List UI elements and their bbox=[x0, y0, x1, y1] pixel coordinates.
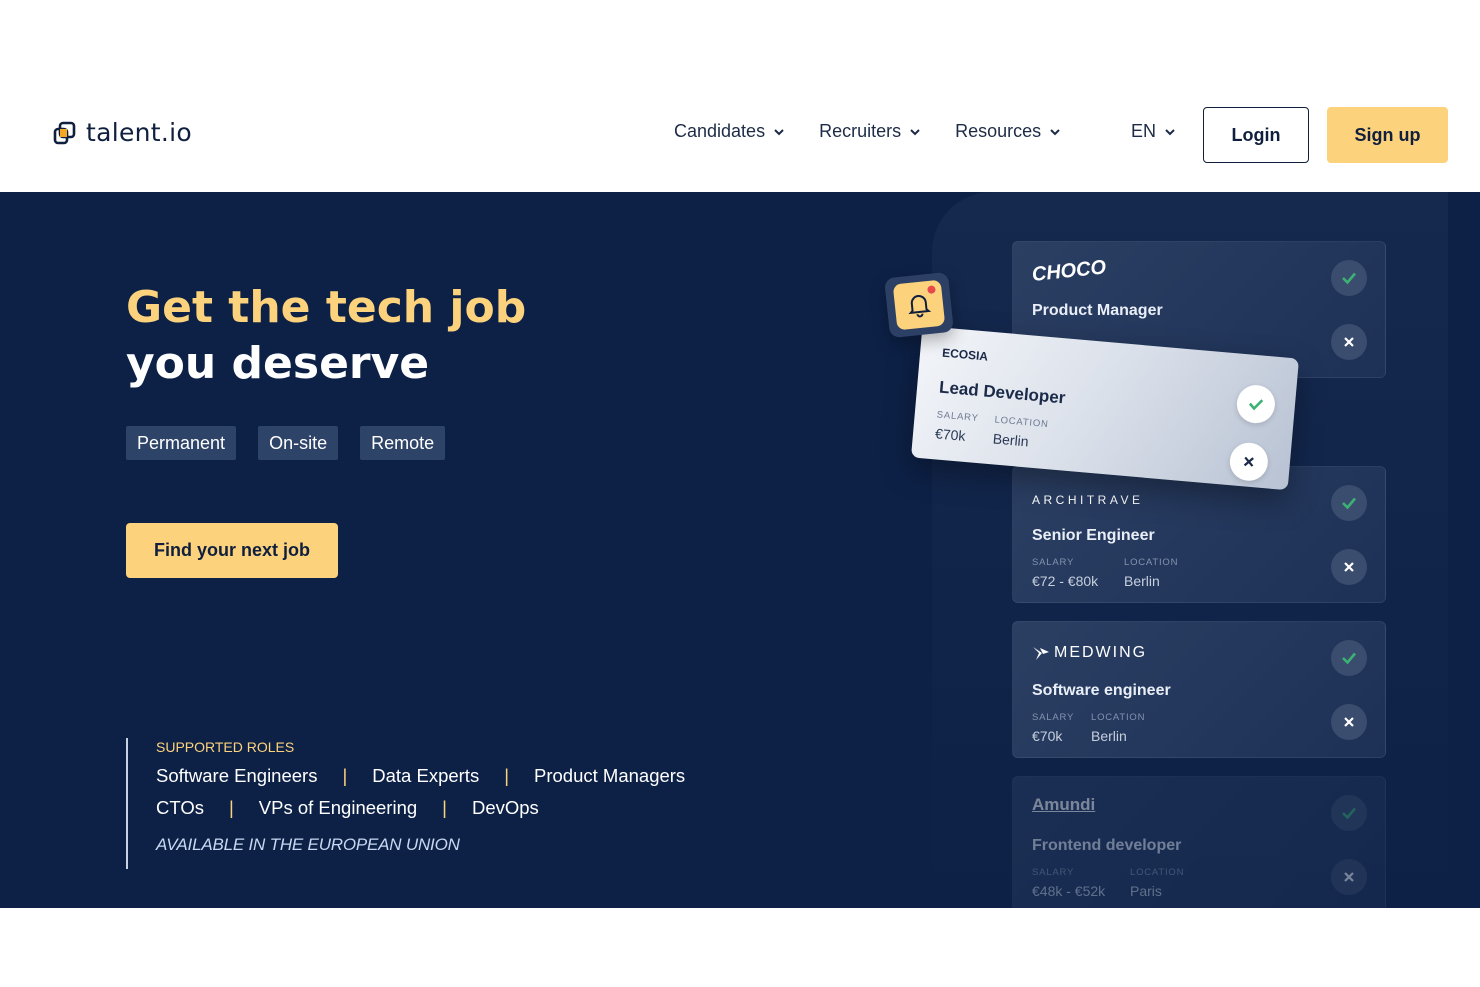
page-bottom bbox=[0, 908, 1480, 987]
salary-value: €48k - €52k bbox=[1032, 883, 1106, 899]
reject-button[interactable] bbox=[1331, 324, 1367, 360]
role-item: VPs of Engineering bbox=[258, 797, 418, 818]
roles-row-1: Software Engineers | Data Experts | Prod… bbox=[156, 765, 685, 787]
close-icon bbox=[1344, 717, 1354, 727]
salary-value: €72 - €80k bbox=[1032, 573, 1099, 589]
check-icon bbox=[1342, 497, 1356, 510]
job-type-tags: Permanent On-site Remote bbox=[126, 426, 446, 460]
bell-icon bbox=[908, 295, 932, 318]
accept-button[interactable] bbox=[1331, 640, 1367, 676]
tag-onsite: On-site bbox=[258, 426, 339, 460]
language-label: EN bbox=[1131, 121, 1157, 141]
hero-headline-line1: Get the tech job bbox=[126, 282, 527, 333]
role-item: Data Experts bbox=[372, 765, 480, 786]
availability-note: AVAILABLE IN THE EUROPEAN UNION bbox=[156, 835, 460, 854]
salary-value: €70k bbox=[1032, 728, 1063, 744]
role-item: Product Managers bbox=[534, 765, 686, 786]
tag-permanent: Permanent bbox=[126, 426, 237, 460]
hero-section: Get the tech job you deserve Permanent O… bbox=[0, 192, 1480, 908]
notification-dot bbox=[927, 285, 936, 295]
medwing-bird-icon bbox=[1033, 647, 1049, 660]
close-icon bbox=[1243, 456, 1254, 467]
hero-headline-line2: you deserve bbox=[126, 338, 430, 389]
talent-logo-icon bbox=[53, 121, 76, 144]
chevron-down-icon bbox=[910, 128, 920, 135]
role-separator: | bbox=[228, 797, 234, 818]
supported-roles: SUPPORTED ROLES Software Engineers | Dat… bbox=[126, 738, 685, 869]
reject-button[interactable] bbox=[1331, 549, 1367, 585]
company-name: MEDWING bbox=[1054, 644, 1148, 661]
job-role: Product Manager bbox=[1032, 302, 1163, 319]
hero-headline: Get the tech job you deserve bbox=[126, 280, 526, 392]
company-logo-amundi: Amundi bbox=[1032, 795, 1096, 814]
nav-recruiters[interactable]: Recruiters bbox=[819, 121, 921, 142]
role-item: CTOs bbox=[156, 797, 204, 818]
find-job-button[interactable]: Find your next job bbox=[126, 523, 338, 578]
signup-button[interactable]: Sign up bbox=[1327, 107, 1448, 163]
supported-roles-title: SUPPORTED ROLES bbox=[156, 739, 295, 755]
salary-label: SALARY bbox=[936, 409, 980, 425]
close-icon bbox=[1344, 337, 1354, 347]
job-role: Software engineer bbox=[1032, 682, 1171, 699]
location-value: Berlin bbox=[992, 430, 1030, 450]
chevron-down-icon bbox=[1165, 128, 1175, 135]
close-icon bbox=[1344, 562, 1354, 572]
job-role: Senior Engineer bbox=[1032, 527, 1155, 544]
role-separator: | bbox=[504, 765, 510, 786]
reject-button[interactable] bbox=[1228, 441, 1270, 483]
job-card-medwing: MEDWING Software engineer SALARY LOCATIO… bbox=[1012, 621, 1386, 758]
location-label: LOCATION bbox=[1130, 867, 1185, 878]
site-header: talent.io Candidates Recruiters Resource… bbox=[0, 0, 1480, 192]
chevron-down-icon bbox=[1050, 128, 1060, 135]
company-logo-choco: CHOCO bbox=[1030, 256, 1108, 286]
role-separator: | bbox=[342, 765, 348, 786]
company-logo-architrave: ARCHITRAVE bbox=[1032, 493, 1144, 507]
role-separator: | bbox=[442, 797, 447, 818]
roles-row-2: CTOs | VPs of Engineering | DevOps bbox=[156, 797, 685, 819]
role-item: DevOps bbox=[471, 797, 539, 818]
location-value: Berlin bbox=[1124, 573, 1160, 589]
salary-label: SALARY bbox=[1032, 557, 1075, 568]
brand-logo[interactable]: talent.io bbox=[52, 118, 192, 147]
accept-button[interactable] bbox=[1235, 383, 1277, 425]
salary-label: SALARY bbox=[1032, 867, 1075, 878]
job-role: Frontend developer bbox=[1032, 837, 1182, 854]
location-value: Paris bbox=[1130, 883, 1162, 899]
check-icon bbox=[1342, 272, 1356, 285]
location-value: Berlin bbox=[1091, 728, 1127, 744]
location-label: LOCATION bbox=[1091, 712, 1146, 723]
check-icon bbox=[1342, 807, 1356, 820]
brand-name: talent.io bbox=[86, 118, 192, 147]
nav-resources-label: Resources bbox=[955, 121, 1042, 141]
salary-label: SALARY bbox=[1032, 712, 1075, 723]
check-icon bbox=[1342, 652, 1356, 665]
notification-bell bbox=[884, 271, 954, 339]
salary-value: €70k bbox=[934, 425, 967, 444]
company-logo-ecosia: ECOSIA bbox=[941, 345, 989, 364]
reject-button[interactable] bbox=[1331, 859, 1367, 895]
close-icon bbox=[1344, 872, 1354, 882]
nav-candidates[interactable]: Candidates bbox=[674, 121, 785, 142]
location-label: LOCATION bbox=[994, 414, 1050, 431]
nav-resources[interactable]: Resources bbox=[955, 121, 1061, 142]
accept-button[interactable] bbox=[1331, 795, 1367, 831]
nav-candidates-label: Candidates bbox=[674, 121, 766, 141]
nav-recruiters-label: Recruiters bbox=[819, 121, 902, 141]
check-icon bbox=[1248, 399, 1264, 411]
tag-remote: Remote bbox=[360, 426, 446, 460]
language-selector[interactable]: EN bbox=[1131, 121, 1176, 142]
chevron-down-icon bbox=[774, 128, 784, 135]
role-item: Software Engineers bbox=[156, 765, 318, 786]
accept-button[interactable] bbox=[1331, 260, 1367, 296]
reject-button[interactable] bbox=[1331, 704, 1367, 740]
accept-button[interactable] bbox=[1331, 485, 1367, 521]
login-button[interactable]: Login bbox=[1203, 107, 1309, 163]
job-card-architrave: ARCHITRAVE Senior Engineer SALARY LOCATI… bbox=[1012, 466, 1386, 603]
location-label: LOCATION bbox=[1124, 557, 1179, 568]
company-logo-medwing: MEDWING bbox=[1032, 644, 1147, 662]
job-card-amundi: Amundi Frontend developer SALARY LOCATIO… bbox=[1012, 776, 1386, 908]
main-nav: Candidates Recruiters Resources bbox=[674, 121, 1061, 142]
job-role: Lead Developer bbox=[938, 377, 1067, 408]
